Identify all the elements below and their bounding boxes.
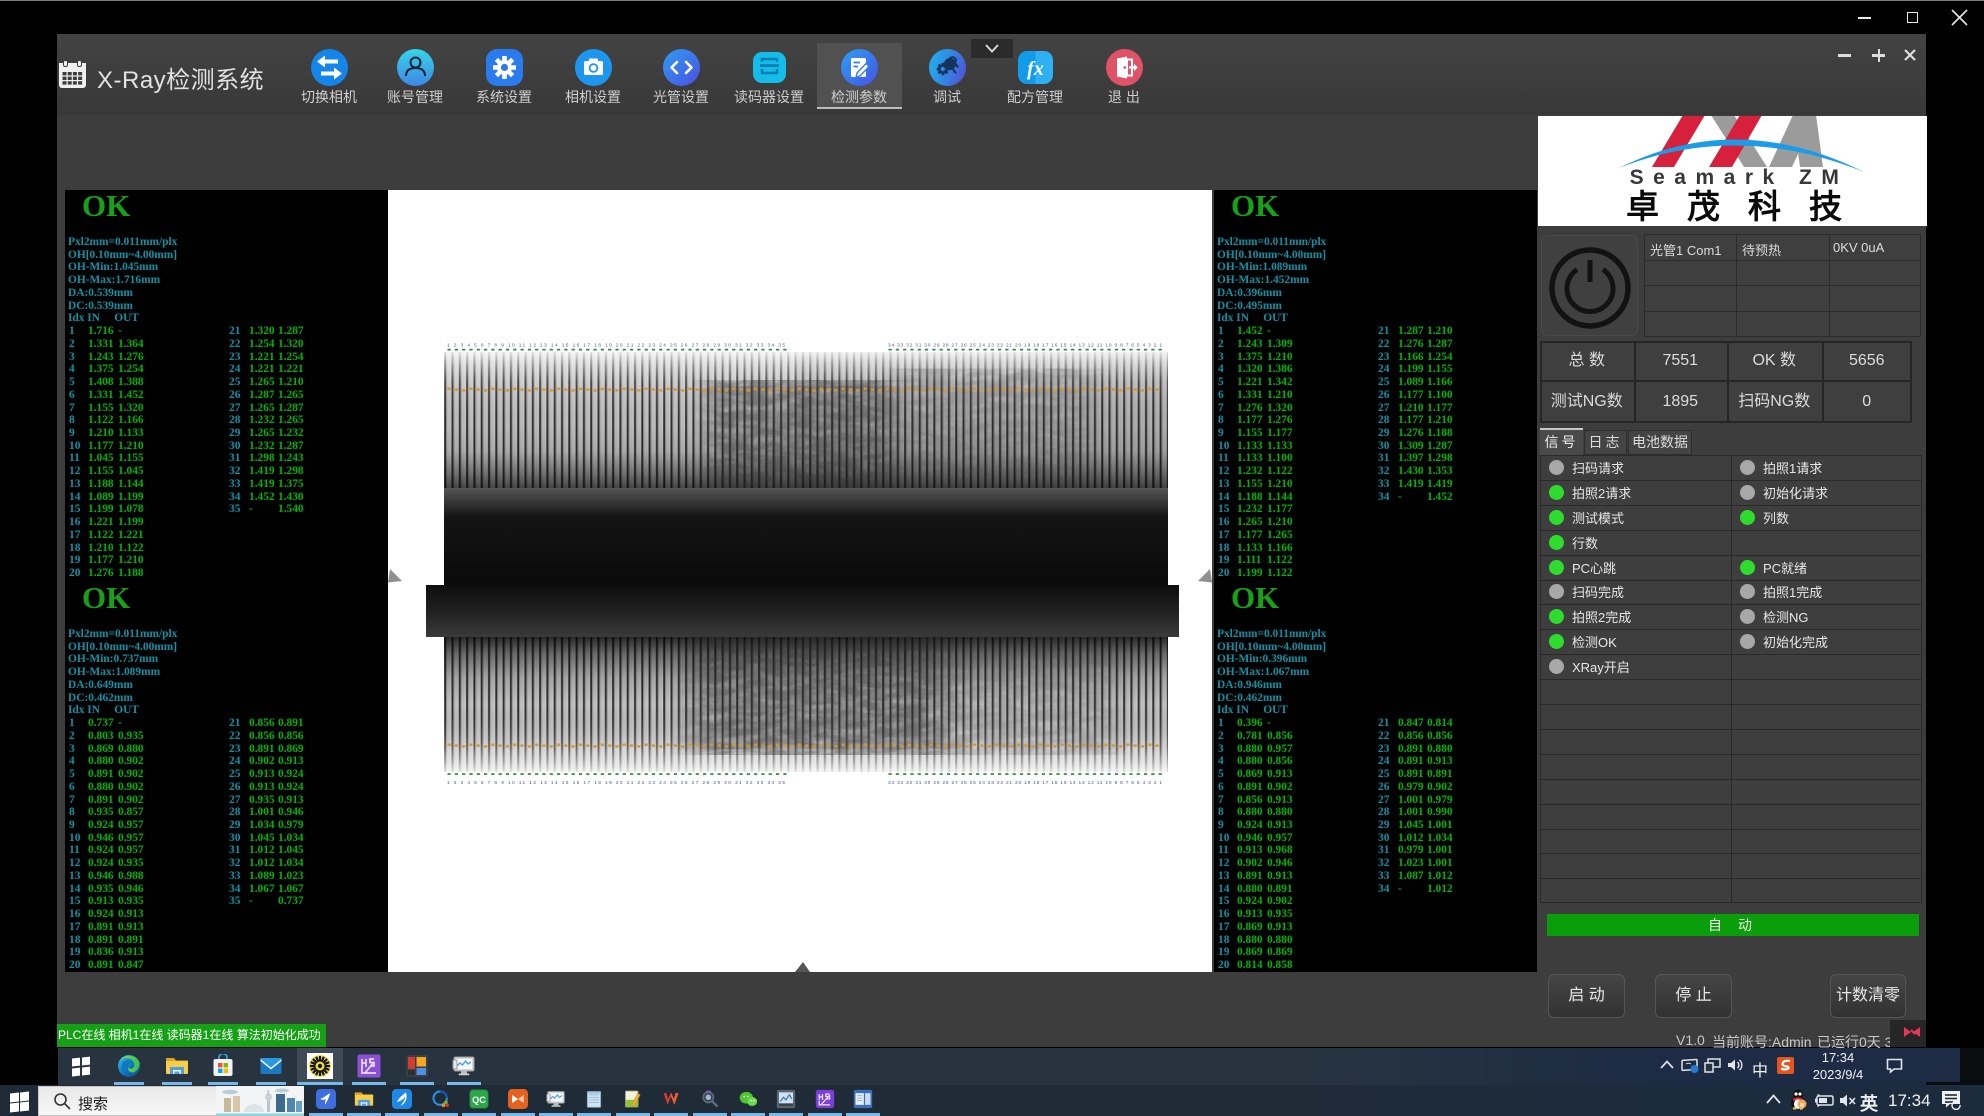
- svg-text:1 2 3 4 5 6 7 8 9 10 11 12 13: 1 2 3 4 5 6 7 8 9 10 11 12 13 14 15 16 1…: [447, 343, 785, 349]
- svg-text:fx: fx: [1027, 58, 1044, 80]
- svg-text:34 33 32 31 30 29 28 27 26 25: 34 33 32 31 30 29 28 27 26 25 24 23 22 2…: [888, 343, 1162, 349]
- svg-text:Seamark ZM: Seamark ZM: [1630, 166, 1849, 189]
- svg-text:卓茂科技: 卓茂科技: [1626, 188, 1870, 225]
- svg-text:QC: QC: [472, 1095, 486, 1105]
- svg-text:1 2 3 4 5 6 7 8 9 10 11 12 13: 1 2 3 4 5 6 7 8 9 10 11 12 13 14 15 16 1…: [447, 780, 785, 786]
- svg-text:34 33 32 31 30 29 28 27 26 25: 34 33 32 31 30 29 28 27 26 25 24 23 22 2…: [888, 780, 1162, 786]
